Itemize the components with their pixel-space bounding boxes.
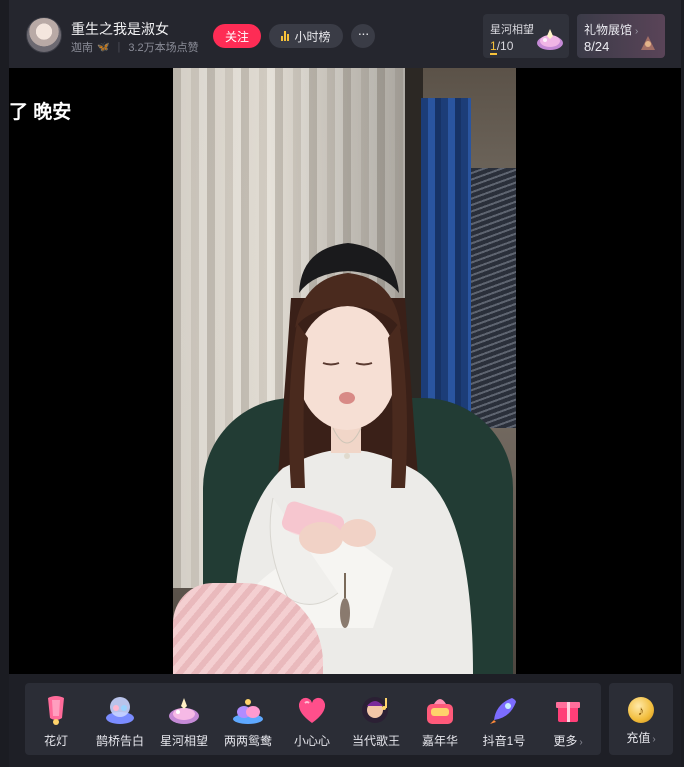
star-river-current: 1 xyxy=(490,39,497,55)
hourly-rank-button[interactable]: 小时榜 xyxy=(269,24,343,48)
streamer-avatar[interactable] xyxy=(26,17,62,53)
more-gifts-label: 更多 › xyxy=(553,734,583,748)
gift-list: 花灯 鹊桥告白 星河相望 两两鸳鸯 小心心 当代歌王 嘉年华 抖音1号 更多 › xyxy=(25,683,601,755)
follow-button[interactable]: 关注 xyxy=(213,24,261,48)
streamer-sub-name: 迦南 xyxy=(71,42,93,54)
star-river-gift-icon xyxy=(537,29,563,50)
bar-chart-icon xyxy=(281,31,290,41)
live-header: 重生之我是淑女 迦南 🦋 | 3.2万本场点赞 关注 小时榜 ··· 星河相望 … xyxy=(9,0,681,68)
gift-item-mandarin-duck[interactable]: 两两鸳鸯 xyxy=(217,683,279,755)
star-river-card[interactable]: 星河相望 1/10 xyxy=(483,14,569,58)
gift-label: 两两鸳鸯 xyxy=(223,734,272,748)
carnival-icon xyxy=(427,699,453,724)
live-video-stream[interactable] xyxy=(173,68,516,674)
butterfly-icon: 🦋 xyxy=(97,41,110,53)
lantern-icon xyxy=(48,696,64,725)
gift-item-song-king[interactable]: 当代歌王 xyxy=(345,683,407,755)
streamer-name[interactable]: 重生之我是淑女 xyxy=(71,19,169,39)
gift-bar: 花灯 鹊桥告白 星河相望 两两鸳鸯 小心心 当代歌王 嘉年华 抖音1号 更多 ›… xyxy=(9,674,681,767)
chevron-right-icon: › xyxy=(652,734,656,745)
gift-label: 小心心 xyxy=(293,734,330,748)
song-king-icon xyxy=(362,697,388,723)
gift-item-magpie-bridge[interactable]: 鹊桥告白 xyxy=(89,683,151,755)
gift-hall-card[interactable]: 礼物展馆 › 8/24 xyxy=(577,14,665,58)
star-river-title: 星河相望 xyxy=(490,24,534,36)
divider: | xyxy=(117,41,121,53)
gift-label: 花灯 xyxy=(43,734,68,748)
recharge-button[interactable]: ♪ 充值 › xyxy=(609,683,673,755)
star-river-total: /10 xyxy=(496,39,514,53)
like-count: 3.2万本场点赞 xyxy=(128,42,199,54)
coin-icon: ♪ xyxy=(628,697,654,723)
live-video-area[interactable]: 了 晚安 xyxy=(9,68,681,674)
gift-item-carnival[interactable]: 嘉年华 xyxy=(409,683,471,755)
streamer-sub-info: 迦南 🦋 | 3.2万本场点赞 xyxy=(71,39,199,55)
gift-label: 嘉年华 xyxy=(421,734,458,748)
rocket-icon xyxy=(490,698,516,724)
more-options-button[interactable]: ··· xyxy=(351,24,375,48)
gift-item-lantern[interactable]: 花灯 xyxy=(25,683,87,755)
more-gifts-button[interactable]: 更多 › xyxy=(537,683,599,755)
star-river-icon xyxy=(169,698,199,724)
gift-item-star-river[interactable]: 星河相望 xyxy=(153,683,215,755)
gift-item-heart[interactable]: 小心心 xyxy=(281,683,343,755)
danmaku-comment: 了 晚安 xyxy=(9,102,72,123)
gift-item-rocket[interactable]: 抖音1号 xyxy=(473,683,535,755)
gift-label: 抖音1号 xyxy=(482,734,526,748)
gift-hall-decoration-icon xyxy=(641,36,655,50)
heart-icon xyxy=(298,697,326,723)
hourly-rank-label: 小时榜 xyxy=(294,29,331,44)
mandarin-duck-icon xyxy=(233,699,263,724)
gift-label: 鹊桥告白 xyxy=(95,734,144,748)
gift-box-icon xyxy=(556,702,580,722)
gift-label: 星河相望 xyxy=(159,734,208,748)
chevron-right-icon: › xyxy=(579,737,583,748)
chevron-right-icon: › xyxy=(635,26,639,37)
magpie-bridge-icon xyxy=(106,697,134,724)
gift-hall-title: 礼物展馆 › xyxy=(584,23,639,37)
recharge-label: 充值 › xyxy=(626,731,656,745)
gift-label: 当代歌王 xyxy=(351,734,400,748)
star-river-progress: 1/10 xyxy=(490,39,514,55)
gift-hall-progress: 8/24 xyxy=(584,39,610,54)
